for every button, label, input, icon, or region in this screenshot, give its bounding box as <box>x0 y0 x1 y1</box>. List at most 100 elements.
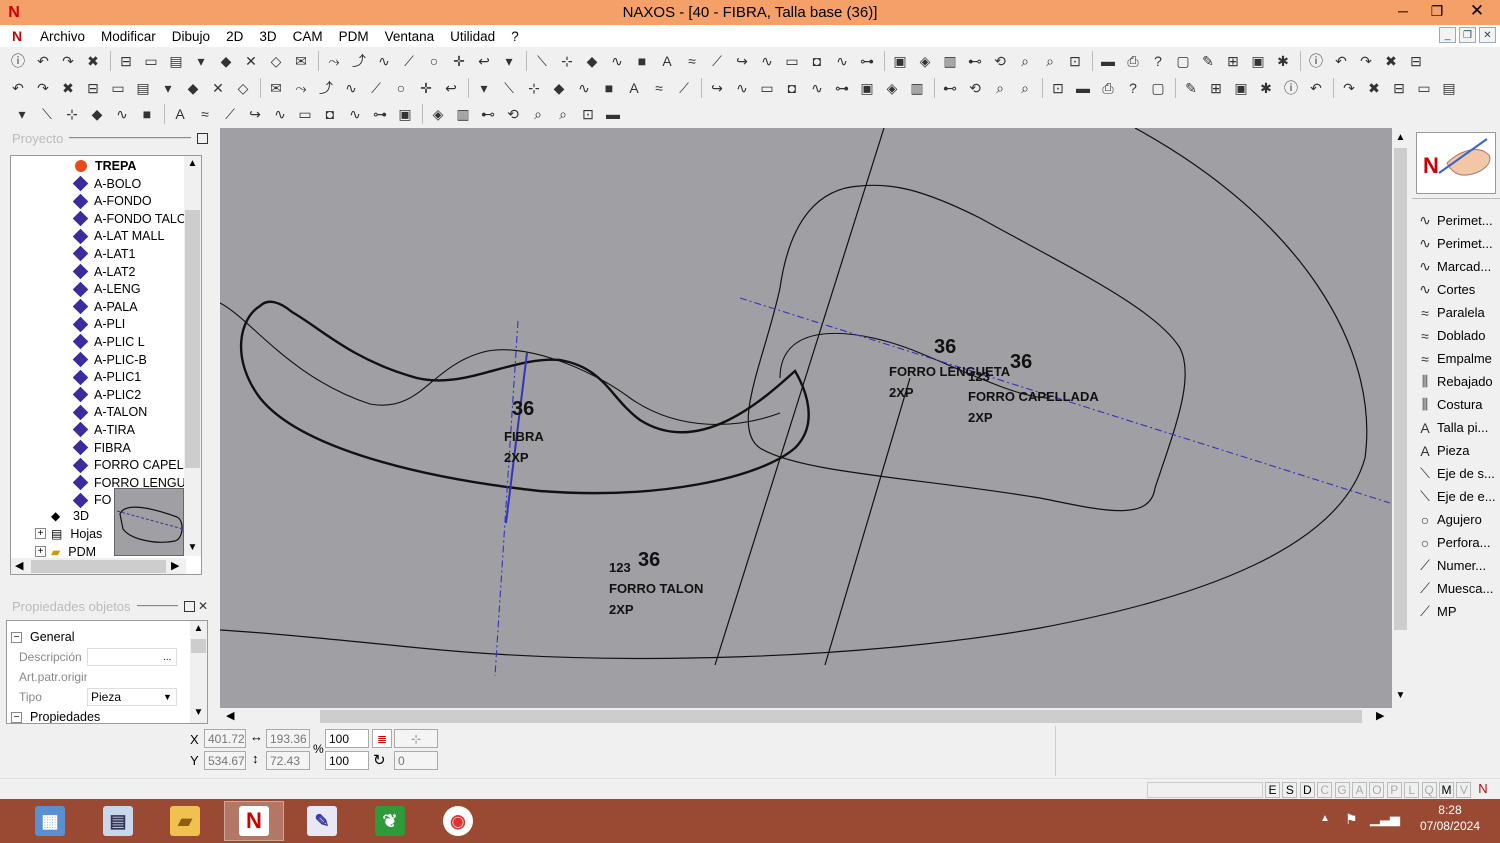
draw-tool-icon[interactable]: ◘ <box>782 78 802 98</box>
main-tool-icon[interactable]: ↷ <box>58 51 78 71</box>
x-coordinate-field[interactable]: 401.72 <box>204 729 246 748</box>
main-tool-icon[interactable]: ⟲ <box>990 51 1010 71</box>
tree-item[interactable]: A-PLIC1 <box>72 369 141 386</box>
height-field[interactable]: 72.43 <box>266 751 310 770</box>
scale-mode-button[interactable]: ≣ <box>372 729 392 748</box>
status-indicator[interactable]: D <box>1299 782 1315 798</box>
main-tool-icon[interactable]: ◆ <box>216 51 236 71</box>
main-tool-icon[interactable]: ↪ <box>732 51 752 71</box>
status-indicator[interactable]: V <box>1456 782 1472 798</box>
status-indicator[interactable]: C <box>1317 782 1333 798</box>
main-tool-icon[interactable]: ▾ <box>499 51 519 71</box>
draw-tool-icon[interactable]: ∿ <box>807 78 827 98</box>
modify-tool-icon[interactable]: ▣ <box>395 104 415 124</box>
draw-tool-icon[interactable]: ↶ <box>1306 78 1326 98</box>
taskbar-calculator[interactable]: ▦ <box>20 801 80 841</box>
scroll-thumb[interactable] <box>320 710 1362 723</box>
main-tool-icon[interactable]: ⎙ <box>1123 51 1143 71</box>
menu-pdm[interactable]: PDM <box>331 29 377 44</box>
modify-tool-icon[interactable]: ⊶ <box>370 104 390 124</box>
draw-tool-icon[interactable]: ⌕ <box>1015 78 1035 98</box>
tool-item[interactable]: ○ Agujero <box>1416 508 1500 531</box>
tray-expand-icon[interactable]: ▲ <box>1320 813 1330 824</box>
main-tool-icon[interactable]: ⊟ <box>116 51 136 71</box>
main-tool-icon[interactable]: ↶ <box>33 51 53 71</box>
modify-tool-icon[interactable]: ▬ <box>603 104 623 124</box>
tool-item[interactable]: ⟋ Numer... <box>1416 554 1500 577</box>
chevron-down-icon[interactable]: ▼ <box>163 692 172 702</box>
modify-tool-icon[interactable]: ⟍ <box>37 104 57 124</box>
scroll-left-icon[interactable]: ◀ <box>15 559 23 572</box>
status-indicator[interactable]: P <box>1386 782 1402 798</box>
main-tool-icon[interactable]: ⤳ <box>324 51 344 71</box>
main-tool-icon[interactable]: ⊷ <box>965 51 985 71</box>
scroll-left-icon[interactable]: ◀ <box>226 709 234 722</box>
main-tool-icon[interactable]: ↶ <box>1331 51 1351 71</box>
clock[interactable]: 8:28 07/08/2024 <box>1420 803 1480 833</box>
draw-tool-icon[interactable]: ⊟ <box>83 78 103 98</box>
rotation-field[interactable]: 0 <box>394 751 438 770</box>
main-tool-icon[interactable]: ⟋ <box>399 51 419 71</box>
menu-modificar[interactable]: Modificar <box>93 29 164 44</box>
modify-tool-icon[interactable]: ↪ <box>245 104 265 124</box>
taskbar-chrome[interactable]: ◉ <box>428 801 488 841</box>
main-tool-icon[interactable]: ⤴ <box>349 51 369 71</box>
scroll-right-icon[interactable]: ▶ <box>171 559 179 572</box>
main-tool-icon[interactable]: ▬ <box>1098 51 1118 71</box>
expand-icon[interactable]: + <box>35 546 46 557</box>
panel-dock-button[interactable] <box>197 132 208 144</box>
modify-tool-icon[interactable]: ⊹ <box>62 104 82 124</box>
minimize-button[interactable]: ─ <box>1386 0 1420 22</box>
taskbar-explorer-window[interactable]: ▤ <box>88 801 148 841</box>
draw-tool-icon[interactable]: ▣ <box>1231 78 1251 98</box>
tree-item[interactable]: FORRO CAPELL <box>72 457 191 474</box>
main-tool-icon[interactable]: ■ <box>632 51 652 71</box>
draw-tool-icon[interactable]: ⟍ <box>499 78 519 98</box>
menu-ventana[interactable]: Ventana <box>377 29 443 44</box>
draw-tool-icon[interactable]: ⎙ <box>1098 78 1118 98</box>
modify-tool-icon[interactable]: ∿ <box>112 104 132 124</box>
menu-help[interactable]: ? <box>503 29 527 44</box>
draw-tool-icon[interactable]: ↷ <box>33 78 53 98</box>
modify-tool-icon[interactable]: ■ <box>137 104 157 124</box>
tree-item[interactable]: A-FONDO TALO <box>72 210 187 227</box>
panel-grip[interactable] <box>69 137 191 139</box>
tree-item[interactable]: A-LENG <box>72 281 141 298</box>
draw-tool-icon[interactable]: ✛ <box>416 78 436 98</box>
tree-item[interactable]: FIBRA <box>72 439 131 456</box>
tool-item[interactable]: ∿ Cortes <box>1416 278 1500 301</box>
draw-tool-icon[interactable]: ◇ <box>233 78 253 98</box>
tree-item[interactable]: A-TALON <box>72 404 147 421</box>
scroll-up-icon[interactable]: ▲ <box>184 158 201 169</box>
draw-tool-icon[interactable]: ▾ <box>158 78 178 98</box>
draw-tool-icon[interactable]: ▭ <box>1414 78 1434 98</box>
main-tool-icon[interactable]: ◆ <box>582 51 602 71</box>
draw-tool-icon[interactable]: A <box>624 78 644 98</box>
taskbar-app-pencil[interactable]: ✎ <box>292 801 352 841</box>
modify-tool-icon[interactable]: ⊷ <box>478 104 498 124</box>
taskbar-naxos[interactable]: N <box>224 801 284 841</box>
draw-tool-icon[interactable]: ⓘ <box>1281 78 1301 98</box>
tool-item[interactable]: ○ Perfora... <box>1416 531 1500 554</box>
draw-tool-icon[interactable]: ▭ <box>757 78 777 98</box>
mdi-restore-button[interactable]: ❐ <box>1459 27 1476 43</box>
taskbar-app-green[interactable]: ❦ <box>360 801 420 841</box>
y-coordinate-field[interactable]: 534.67 <box>204 751 246 770</box>
main-tool-icon[interactable]: ≈ <box>682 51 702 71</box>
draw-tool-icon[interactable]: ⊶ <box>832 78 852 98</box>
main-tool-icon[interactable]: ✎ <box>1198 51 1218 71</box>
close-button[interactable]: ✕ <box>1454 0 1500 22</box>
main-tool-icon[interactable]: ✉ <box>291 51 311 71</box>
draw-tool-icon[interactable]: ↪ <box>707 78 727 98</box>
panel-grip[interactable] <box>136 605 178 607</box>
scroll-thumb[interactable] <box>191 639 206 653</box>
scroll-thumb[interactable] <box>1394 148 1407 630</box>
main-tool-icon[interactable]: ○ <box>424 51 444 71</box>
tree-folder-3d[interactable]: ◆ 3D <box>51 507 89 524</box>
expand-icon[interactable]: + <box>35 528 46 539</box>
main-tool-icon[interactable]: ⊡ <box>1065 51 1085 71</box>
draw-tool-icon[interactable]: ▬ <box>1073 78 1093 98</box>
status-indicator[interactable]: S <box>1282 782 1298 798</box>
main-tool-icon[interactable]: ✛ <box>449 51 469 71</box>
status-indicator[interactable]: E <box>1265 782 1280 798</box>
